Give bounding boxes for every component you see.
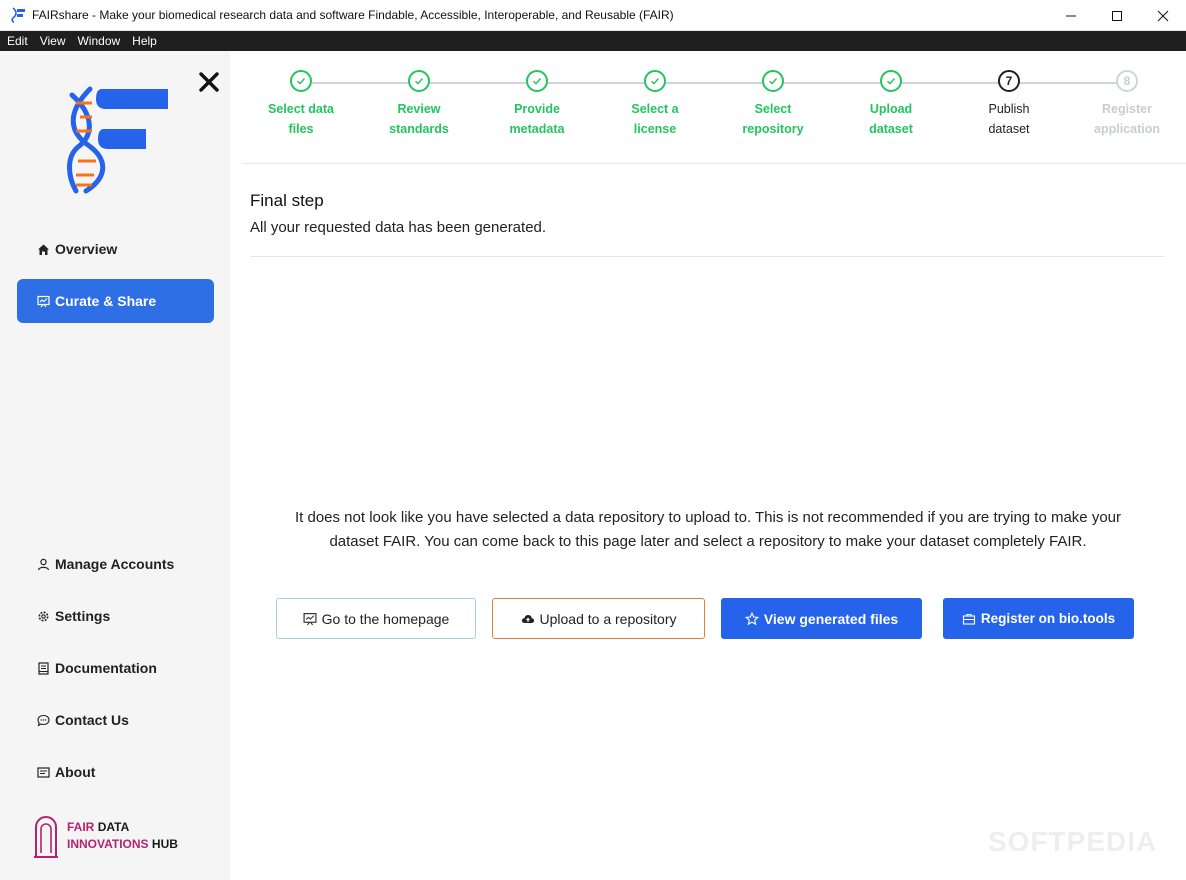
menu-bar: Edit View Window Help [0,31,1186,51]
close-window-button[interactable] [1140,0,1186,31]
go-to-homepage-button[interactable]: Go to the homepage [276,598,476,639]
fdih-hub: HUB [151,837,178,851]
cloud-upload-icon [521,612,535,626]
fair-data-innovations-hub-logo: FAIR DATA INNOVATIONS HUB [32,813,178,859]
sidebar-item-settings[interactable]: Settings [17,594,214,638]
step-select-license[interactable]: Select a license [596,70,714,139]
step-review-standards[interactable]: Review standards [360,70,478,139]
step-provide-metadata[interactable]: Provide metadata [478,70,596,139]
window-title: FAIRshare - Make your biomedical researc… [32,8,674,22]
register-on-biotools-button[interactable]: Register on bio.tools [943,598,1134,639]
step-complete-check [644,70,666,92]
step-upload-dataset[interactable]: Upload dataset [832,70,950,139]
step-select-data-files[interactable]: Select data files [242,70,360,139]
no-repository-warning: It does not look like you have selected … [294,509,1121,550]
step-label: Review standards [389,102,449,136]
sidebar-item-label: Manage Accounts [55,556,175,572]
fdih-innovations: INNOVATIONS [67,837,149,851]
content-divider [250,256,1165,257]
step-number: 8 [1116,70,1138,92]
curate-icon [37,295,50,308]
menu-help[interactable]: Help [126,31,163,51]
step-publish-dataset[interactable]: 7 Publish dataset [950,70,1068,139]
fairshare-app-icon [11,7,25,23]
sidebar-item-label: Curate & Share [55,293,157,309]
button-label: Register on bio.tools [980,611,1116,626]
page-title: Final step [250,191,324,210]
check-icon [533,78,542,85]
sidebar-item-curate-share[interactable]: Curate & Share [17,279,214,323]
gear-icon [37,610,50,623]
button-label: Upload to a repository [539,610,677,627]
check-icon [651,78,660,85]
sidebar-item-label: Contact Us [55,712,129,728]
step-complete-check [526,70,548,92]
user-icon [37,558,50,571]
star-icon [744,611,759,626]
sidebar-item-overview[interactable]: Overview [17,227,214,271]
window-titlebar: FAIRshare - Make your biomedical researc… [0,0,1186,31]
briefcase-icon [962,612,976,626]
step-label: Provide metadata [509,102,565,136]
sidebar-item-label: Settings [55,608,111,624]
check-icon [769,78,778,85]
sidebar-item-about[interactable]: About [17,750,214,794]
step-complete-check [290,70,312,92]
check-icon [887,78,896,85]
step-number: 7 [998,70,1020,92]
minimize-button[interactable] [1048,0,1094,31]
button-label: Go to the homepage [321,610,450,627]
step-label: Upload dataset [869,102,913,136]
menu-view[interactable]: View [34,31,72,51]
progress-stepper: Select data files Review standards Provide… [242,51,1186,164]
view-generated-files-button[interactable]: View generated files [721,598,922,639]
step-label: Publish dataset [988,102,1030,136]
menu-edit[interactable]: Edit [0,31,34,51]
sidebar-item-manage-accounts[interactable]: Manage Accounts [17,542,214,586]
menu-window[interactable]: Window [71,31,126,51]
check-icon [415,78,424,85]
step-label: Select a license [631,102,679,136]
step-label: Select repository [742,102,804,136]
maximize-icon [1112,10,1122,21]
close-sidebar-icon[interactable] [196,69,222,95]
step-complete-check [408,70,430,92]
button-label: View generated files [763,610,899,627]
sidebar-item-contact-us[interactable]: Contact Us [17,698,214,742]
fdih-fair: FAIR [67,820,95,834]
info-card-icon [37,766,50,779]
close-icon [1157,10,1169,21]
sidebar-item-label: About [55,764,96,780]
book-icon [37,661,50,675]
home-icon [37,243,50,256]
sidebar-item-label: Overview [55,241,118,257]
step-register-application[interactable]: 8 Register application [1068,70,1186,139]
step-complete-check [762,70,784,92]
check-icon [297,78,306,85]
fdih-emblem-icon [34,816,58,858]
sidebar: Overview Curate & Share Manage Accounts … [0,51,230,880]
softpedia-watermark: SOFTPEDIA [988,826,1158,857]
fdih-data: DATA [97,820,130,834]
sidebar-item-label: Documentation [55,660,157,676]
step-label: Select data files [267,102,334,136]
upload-to-repository-button[interactable]: Upload to a repository [492,598,705,639]
window-controls [1048,0,1186,31]
minimize-icon [1066,15,1076,16]
step-complete-check [880,70,902,92]
page-subtitle: All your requested data has been generat… [250,219,547,236]
maximize-button[interactable] [1094,0,1140,31]
chat-icon [37,714,50,727]
step-select-repository[interactable]: Select repository [714,70,832,139]
curate-icon [303,612,317,626]
fairshare-logo [67,86,168,194]
sidebar-item-documentation[interactable]: Documentation [17,646,214,690]
step-label: Register application [1094,102,1160,136]
